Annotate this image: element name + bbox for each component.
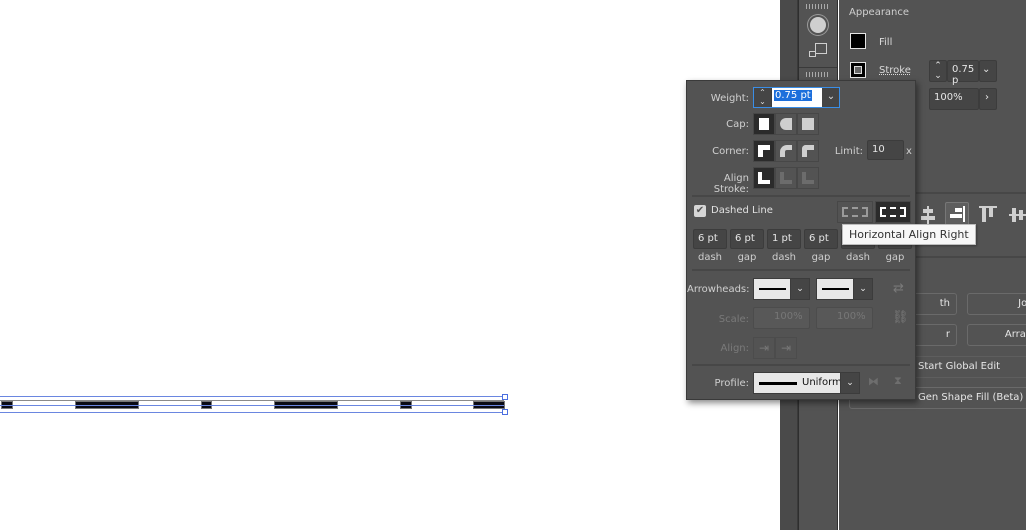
appearance-panel-icon[interactable]	[810, 17, 826, 33]
align-stroke-label: Align Stroke:	[713, 173, 749, 195]
weight-input[interactable]: 0.75 pt	[772, 88, 822, 107]
preserve-dash-lengths-button[interactable]	[837, 201, 873, 223]
path-centerline	[0, 405, 504, 406]
round-join-button[interactable]	[775, 140, 797, 162]
corner-label: Corner:	[712, 146, 749, 157]
align-stroke-center-button[interactable]	[753, 167, 775, 189]
weight-stepper[interactable]: ⌃ ⌄	[754, 88, 772, 107]
arrow-align-label: Align:	[720, 343, 749, 354]
fill-label: Fill	[879, 37, 893, 48]
dashed-line-checkbox[interactable]: ✔	[694, 205, 706, 217]
dash-1-input[interactable]: 6 pt	[693, 229, 727, 249]
panel-divider	[692, 195, 910, 197]
horizontal-align-center-icon[interactable]	[921, 206, 935, 224]
align-dashes-corners-icon	[880, 207, 906, 217]
transform-panel-icon[interactable]	[809, 43, 827, 59]
panel-divider	[692, 364, 910, 366]
miter-limit-input[interactable]: 10	[867, 140, 904, 160]
selection-handle-bottom-right[interactable]	[502, 409, 508, 415]
place-arrow-tip-button[interactable]: ⇥	[775, 337, 797, 359]
arrange-button[interactable]: Arrar	[967, 324, 1026, 346]
dock-group	[799, 68, 837, 77]
gap-2-input[interactable]: 6 pt	[804, 229, 838, 249]
gap-3-label: gap	[885, 252, 905, 263]
preserve-dash-icon	[842, 207, 868, 217]
weight-dropdown-chevron-icon[interactable]: ⌄	[823, 88, 839, 107]
align-stroke-inside-icon	[780, 172, 792, 184]
stroke-swatch[interactable]	[850, 62, 866, 78]
opacity-expand-button[interactable]: ›	[979, 88, 997, 110]
dashed-line-label: Dashed Line	[711, 205, 773, 216]
end-arrowhead-select[interactable]	[816, 278, 854, 300]
vertical-align-center-icon[interactable]	[1009, 206, 1026, 224]
butt-cap-icon	[759, 118, 769, 130]
round-join-icon	[780, 145, 792, 157]
dash-2-label: dash	[771, 252, 797, 263]
align-stroke-outside-button[interactable]	[797, 167, 819, 189]
bevel-join-icon	[802, 145, 814, 157]
limit-unit: x	[906, 146, 912, 157]
horizontal-align-right-button[interactable]	[945, 202, 969, 226]
stroke-weight-input[interactable]: 0.75 p	[947, 60, 979, 86]
vertical-align-top-icon[interactable]	[979, 206, 997, 224]
gap-1-label: gap	[737, 252, 757, 263]
dash-1-label: dash	[697, 252, 723, 263]
extend-arrow-tip-button[interactable]: ⇥	[753, 337, 775, 359]
butt-cap-button[interactable]	[753, 113, 775, 135]
artboard-canvas[interactable]	[0, 0, 780, 530]
end-scale-input[interactable]: 100%	[816, 307, 873, 329]
grip-handle-icon[interactable]	[806, 72, 830, 77]
arrowheads-label: Arrowheads:	[687, 284, 750, 295]
weight-field[interactable]: ⌃ ⌄ 0.75 pt ⌄	[753, 87, 840, 108]
opacity-input[interactable]: 100%	[929, 88, 979, 110]
appearance-title: Appearance	[849, 7, 910, 18]
stroke-weight-dropdown[interactable]: ⌄	[979, 60, 997, 82]
bevel-join-button[interactable]	[797, 140, 819, 162]
cap-label: Cap:	[726, 119, 749, 130]
flip-along-icon[interactable]: ⧓	[868, 375, 879, 388]
round-cap-button[interactable]	[775, 113, 797, 135]
profile-select[interactable]: Uniform	[753, 372, 842, 394]
stroke-label[interactable]: Stroke	[879, 65, 911, 76]
selection-handle-top-right[interactable]	[502, 394, 508, 400]
align-stroke-center-icon	[758, 172, 770, 184]
projecting-cap-button[interactable]	[797, 113, 819, 135]
start-scale-input[interactable]: 100%	[753, 307, 810, 329]
profile-chevron-icon[interactable]: ⌄	[840, 372, 860, 394]
scale-label: Scale:	[718, 314, 749, 325]
limit-label: Limit:	[834, 146, 863, 157]
dash-2-input[interactable]: 1 pt	[767, 229, 801, 249]
align-dashes-to-corners-button[interactable]	[875, 201, 911, 223]
link-scale-icon[interactable]: ⛓	[892, 310, 909, 325]
stroke-weight-stepper[interactable]: ⌃ ⌄	[929, 60, 947, 82]
projecting-cap-icon	[802, 118, 814, 130]
flip-across-icon[interactable]: ⧗	[894, 374, 902, 388]
miter-join-button[interactable]	[753, 140, 775, 162]
swap-arrowheads-icon[interactable]: ⇄	[893, 281, 904, 296]
gap-2-label: gap	[811, 252, 831, 263]
align-stroke-inside-button[interactable]	[775, 167, 797, 189]
grip-handle-icon[interactable]	[806, 4, 830, 9]
tooltip: Horizontal Align Right	[842, 224, 976, 245]
gap-1-input[interactable]: 6 pt	[730, 229, 764, 249]
panel-divider	[692, 269, 910, 271]
align-stroke-outside-icon	[802, 172, 814, 184]
uniform-profile-icon	[759, 382, 797, 385]
join-button[interactable]: Joi	[967, 293, 1026, 315]
weight-label: Weight:	[710, 93, 749, 104]
round-cap-icon	[780, 118, 792, 130]
fill-swatch[interactable]	[850, 33, 866, 49]
start-arrowhead-select[interactable]	[753, 278, 791, 300]
weight-input-value: 0.75 pt	[774, 90, 812, 101]
profile-label: Profile:	[714, 378, 749, 389]
start-arrowhead-chevron-icon[interactable]: ⌄	[790, 278, 810, 300]
dock-group	[799, 0, 837, 68]
miter-join-icon	[758, 145, 770, 157]
end-arrowhead-chevron-icon[interactable]: ⌄	[853, 278, 873, 300]
profile-value: Uniform	[802, 377, 842, 388]
dash-3-label: dash	[845, 252, 871, 263]
